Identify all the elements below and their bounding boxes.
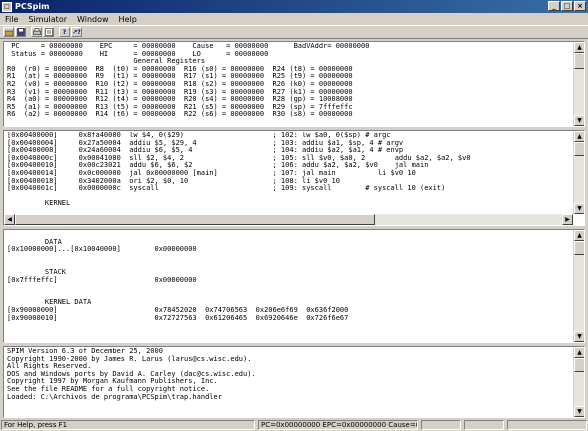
status-empty bbox=[421, 420, 461, 430]
data-segment-line: [0x7fffeffc] 0x00000000 bbox=[7, 275, 197, 284]
messages-line: Loaded: C:\Archivos de programa\PCSpim\t… bbox=[7, 392, 222, 401]
scroll-up-icon[interactable]: ▲ bbox=[574, 42, 584, 53]
text-segment-line: [0x0040001c] 0x0000000c syscall ; 109: s… bbox=[7, 184, 446, 193]
text-segment-scrollbar[interactable]: ▲ ▼ bbox=[573, 131, 584, 214]
text-segment-line bbox=[7, 193, 570, 201]
maximize-icon[interactable]: □ bbox=[561, 1, 573, 11]
data-segment-text: DATA [0x10000000]...[0x10040000] 0x000000… bbox=[7, 231, 570, 342]
data-segment-line: [0x90000010] 0x72727563 0x61206465 0x692… bbox=[7, 313, 349, 322]
scroll-thumb[interactable] bbox=[574, 142, 584, 156]
scroll-left-icon[interactable]: ◀ bbox=[4, 214, 15, 225]
data-segment-line bbox=[7, 231, 570, 239]
messages-line: Copyright 1990-2000 by James R. Larus (l… bbox=[7, 354, 252, 363]
scroll-thumb[interactable] bbox=[574, 241, 584, 255]
status-bar: For Help, press F1 PC=0x00000000 EPC=0x0… bbox=[0, 419, 588, 431]
open-icon[interactable] bbox=[3, 27, 14, 37]
messages-pane[interactable]: SPIM Version 6.3 of December 25, 2000 Cop… bbox=[3, 346, 585, 418]
scroll-down-icon[interactable]: ▼ bbox=[574, 406, 584, 417]
save-icon[interactable] bbox=[15, 27, 26, 37]
status-empty bbox=[464, 420, 504, 430]
scroll-right-icon[interactable]: ▶ bbox=[562, 214, 573, 225]
scroll-thumb[interactable] bbox=[574, 358, 584, 372]
menu-bar: File Simulator Window Help bbox=[0, 13, 588, 25]
text-segment-line: KERNEL bbox=[7, 199, 71, 208]
help-icon[interactable]: ? bbox=[59, 27, 70, 37]
scroll-up-icon[interactable]: ▲ bbox=[574, 347, 584, 358]
context-help-icon[interactable]: ↗? bbox=[71, 27, 82, 37]
messages-text: SPIM Version 6.3 of December 25, 2000 Cop… bbox=[7, 348, 570, 417]
menu-help[interactable]: Help bbox=[114, 15, 142, 24]
messages-scrollbar[interactable]: ▲ ▼ bbox=[573, 347, 584, 417]
menu-file[interactable]: File bbox=[0, 15, 23, 24]
registers-text: PC = 00000000 EPC = 00000000 Cause = 000… bbox=[7, 43, 570, 126]
app-icon[interactable]: □ bbox=[2, 1, 12, 12]
data-segment-line bbox=[7, 261, 570, 269]
data-segment-scrollbar[interactable]: ▲ ▼ bbox=[573, 230, 584, 342]
scroll-down-icon[interactable]: ▼ bbox=[574, 203, 584, 214]
data-segment-line bbox=[7, 254, 570, 262]
print-icon[interactable] bbox=[31, 27, 42, 37]
menu-simulator[interactable]: Simulator bbox=[23, 15, 72, 24]
text-segment-pane[interactable]: [0x00400000] 0x8fa40000 lw $4, 0($29) ; … bbox=[3, 130, 585, 226]
registers-scrollbar[interactable]: ▲ ▼ bbox=[573, 42, 584, 126]
status-registers: PC=0x00000000 EPC=0x00000000 Cause=0x000… bbox=[258, 420, 418, 430]
scroll-down-icon[interactable]: ▼ bbox=[574, 115, 584, 126]
minimize-icon[interactable]: _ bbox=[548, 1, 560, 11]
scroll-thumb[interactable] bbox=[15, 214, 375, 225]
toolbar: ? ↗? bbox=[0, 25, 588, 39]
registers-pane[interactable]: PC = 00000000 EPC = 00000000 Cause = 000… bbox=[3, 41, 585, 127]
data-segment-line bbox=[7, 284, 570, 292]
data-segment-pane[interactable]: DATA [0x10000000]...[0x10040000] 0x000000… bbox=[3, 229, 585, 343]
window-controls: _ □ × bbox=[548, 1, 586, 11]
text-segment-hscrollbar[interactable]: ◀ ▶ bbox=[4, 214, 573, 225]
window-title: PCSpim bbox=[15, 2, 50, 11]
scroll-up-icon[interactable]: ▲ bbox=[574, 131, 584, 142]
settings-icon[interactable] bbox=[43, 27, 54, 37]
text-segment-text: [0x00400000] 0x8fa40000 lw $4, 0($29) ; … bbox=[7, 132, 570, 214]
status-help-text: For Help, press F1 bbox=[1, 420, 255, 430]
scroll-thumb[interactable] bbox=[574, 53, 584, 69]
scroll-up-icon[interactable]: ▲ bbox=[574, 230, 584, 241]
data-segment-line: [0x10000000]...[0x10040000] 0x00000000 bbox=[7, 245, 197, 254]
data-segment-line bbox=[7, 292, 570, 300]
scroll-down-icon[interactable]: ▼ bbox=[574, 331, 584, 342]
status-empty bbox=[507, 420, 587, 430]
close-icon[interactable]: × bbox=[574, 1, 586, 11]
title-bar[interactable]: □ PCSpim _ □ × bbox=[0, 0, 588, 13]
registers-line: R6 (a2) = 00000000 R14 (t6) = 00000000 R… bbox=[7, 110, 353, 119]
menu-window[interactable]: Window bbox=[72, 15, 114, 24]
